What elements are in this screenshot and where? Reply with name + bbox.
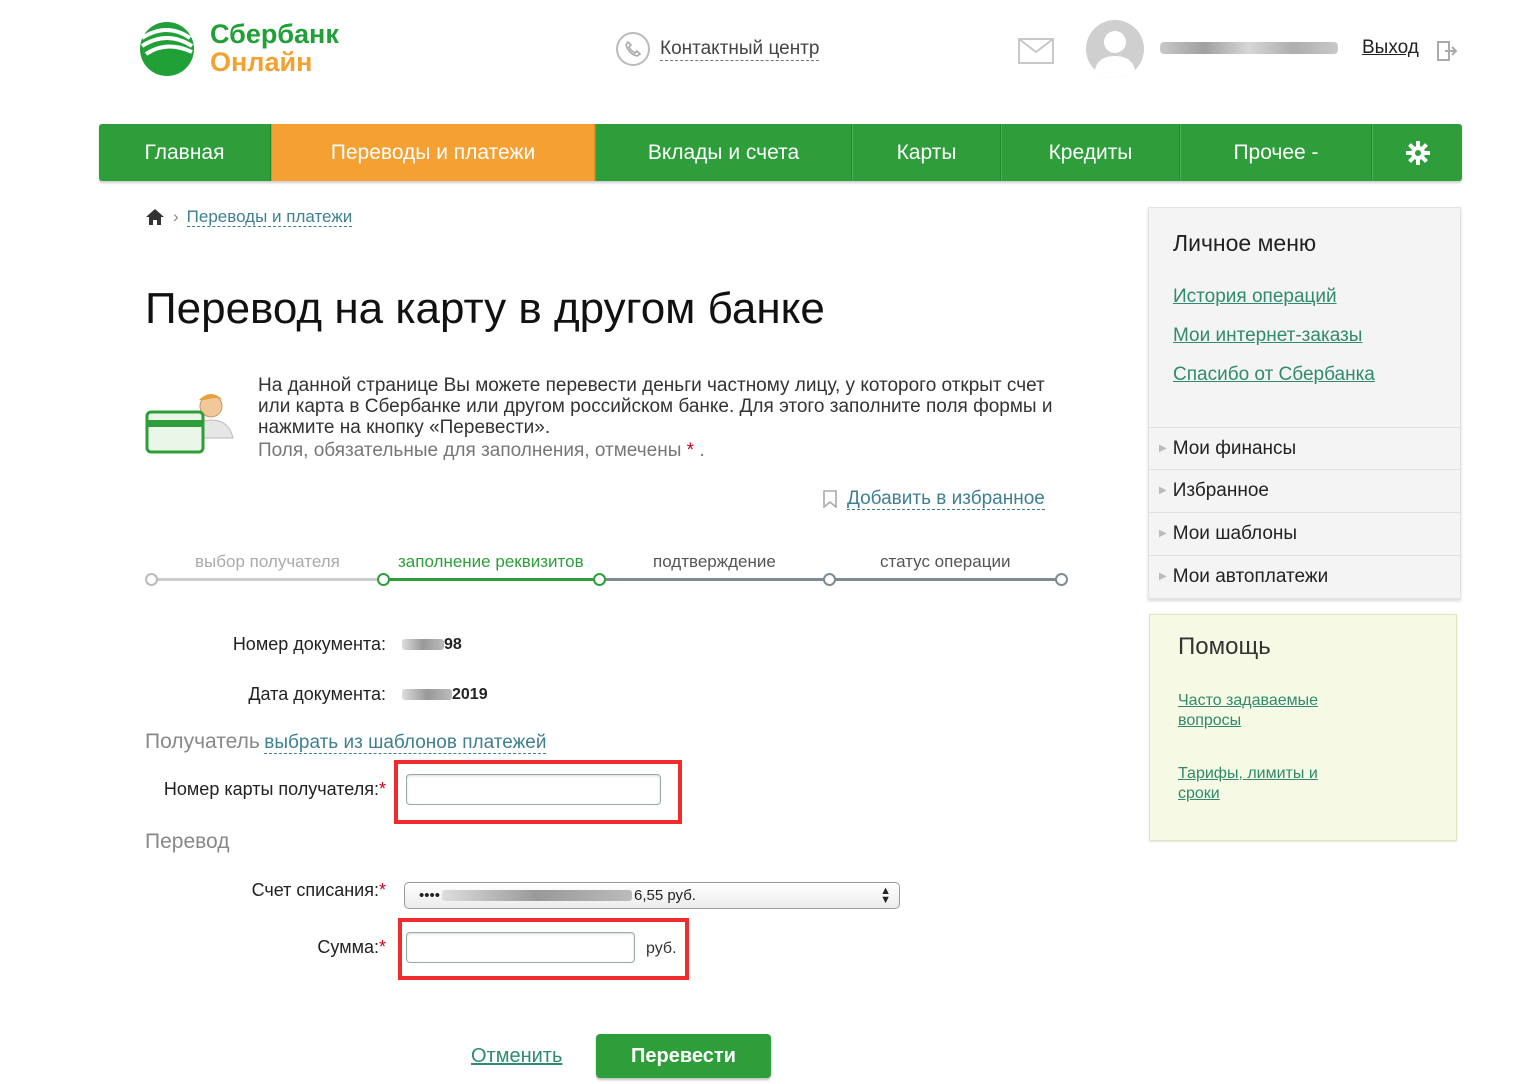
amount-input[interactable] (406, 932, 635, 963)
breadcrumb-transfers-link[interactable]: Переводы и платежи (186, 207, 353, 227)
logout-link[interactable]: Выход (1362, 37, 1419, 59)
nav-other[interactable]: Прочее - (1180, 124, 1372, 181)
phone-icon (616, 32, 650, 66)
account-label: Счет списания:* (251, 880, 386, 900)
tariffs-link[interactable]: Тарифы, лимиты и сроки (1178, 764, 1338, 804)
person-icon (1094, 31, 1136, 78)
menu-my-finances[interactable]: ▶ Мои финансы (1149, 427, 1460, 469)
spasibo-link[interactable]: Спасибо от Сбербанка (1173, 364, 1375, 386)
card-number-input[interactable] (406, 774, 661, 805)
submit-transfer-button[interactable]: Перевести (596, 1034, 771, 1078)
gear-icon (1405, 140, 1430, 165)
contact-center-label: Контактный центр (660, 37, 820, 61)
logo-subtitle: Онлайн (210, 47, 313, 77)
select-arrows-icon: ▲ ▼ (880, 884, 891, 906)
add-favorite-link[interactable]: Добавить в избранное (823, 488, 1045, 510)
nav-cards[interactable]: Карты (852, 124, 1001, 181)
step-label-confirm: подтверждение (653, 552, 776, 571)
step-dot-1 (145, 573, 158, 586)
internet-orders-link[interactable]: Мои интернет-заказы (1173, 325, 1362, 347)
arrow-right-icon: ▶ (1159, 443, 1167, 454)
personal-menu-title: Личное меню (1173, 230, 1317, 256)
nav-main[interactable]: Главная (99, 124, 271, 181)
personal-menu: Личное меню История операций Мои интерне… (1148, 207, 1461, 599)
step-dot-2 (377, 573, 390, 586)
bookmark-icon (823, 490, 837, 508)
doc-date-value: 2019 (402, 686, 488, 704)
step-line-2 (384, 578, 599, 581)
logo-title: Сбербанк (210, 19, 339, 49)
step-dot-5 (1055, 573, 1068, 586)
mail-icon[interactable] (1018, 38, 1054, 64)
card-transfer-icon (145, 394, 234, 454)
step-line-1 (151, 578, 384, 581)
sberbank-logo[interactable]: Сбербанк Онлайн (136, 18, 366, 80)
contact-center-link[interactable]: Контактный центр (616, 32, 820, 66)
page-description: На данной странице Вы можете перевести д… (258, 375, 1053, 438)
chevron-right-icon: › (173, 207, 179, 226)
nav-deposits-accounts[interactable]: Вклады и счета (595, 124, 852, 181)
progress-steps: выбор получателя заполнение реквизитов п… (145, 550, 1075, 590)
nav-settings[interactable] (1372, 124, 1462, 181)
nav-transfers-payments[interactable]: Переводы и платежи (271, 124, 595, 181)
doc-number-label: Номер документа: (232, 634, 386, 654)
username-redacted (1160, 42, 1338, 54)
recipient-section: Получатель выбрать из шаблонов платежей (145, 730, 547, 754)
menu-favorites[interactable]: ▶ Избранное (1149, 469, 1460, 511)
faq-link[interactable]: Часто задаваемые вопросы (1178, 691, 1338, 731)
step-label-recipient: выбор получателя (195, 552, 340, 571)
arrow-right-icon: ▶ (1159, 485, 1167, 496)
arrow-right-icon: ▶ (1159, 528, 1167, 539)
arrow-right-icon: ▶ (1159, 571, 1167, 582)
nav-credits[interactable]: Кредиты (1001, 124, 1180, 181)
menu-templates[interactable]: ▶ Мои шаблоны (1149, 512, 1460, 554)
user-avatar[interactable] (1086, 20, 1144, 78)
help-title: Помощь (1178, 633, 1271, 660)
card-number-label: Номер карты получателя:* (163, 779, 386, 799)
help-panel: Помощь Часто задаваемые вопросы Тарифы, … (1149, 614, 1457, 841)
cancel-button[interactable]: Отменить (471, 1045, 562, 1068)
menu-autopayments[interactable]: ▶ Мои автоплатежи (1149, 555, 1460, 597)
amount-label: Сумма:* (317, 937, 386, 957)
logo-mark-icon (140, 22, 194, 76)
step-label-details: заполнение реквизитов (398, 552, 584, 571)
transfer-heading: Перевод (145, 830, 230, 853)
step-label-status: статус операции (880, 552, 1011, 571)
history-link[interactable]: История операций (1173, 286, 1337, 308)
account-select[interactable]: •••• 6,55 руб. ▲ ▼ (404, 882, 900, 909)
home-icon[interactable] (145, 208, 165, 226)
doc-number-value: 98 (402, 636, 462, 654)
logout-icon[interactable] (1436, 40, 1458, 62)
main-navigation: Главная Переводы и платежи Вклады и счет… (99, 124, 1462, 181)
doc-date-label: Дата документа: (248, 684, 386, 704)
amount-currency: руб. (646, 940, 677, 957)
choose-template-link[interactable]: выбрать из шаблонов платежей (264, 732, 547, 754)
required-fields-note: Поля, обязательные для заполнения, отмеч… (258, 440, 705, 461)
recipient-heading: Получатель (145, 730, 260, 753)
step-dot-4 (823, 573, 836, 586)
step-dot-3 (593, 573, 606, 586)
page-title: Перевод на карту в другом банке (145, 284, 825, 333)
breadcrumb: › Переводы и платежи (145, 207, 353, 227)
